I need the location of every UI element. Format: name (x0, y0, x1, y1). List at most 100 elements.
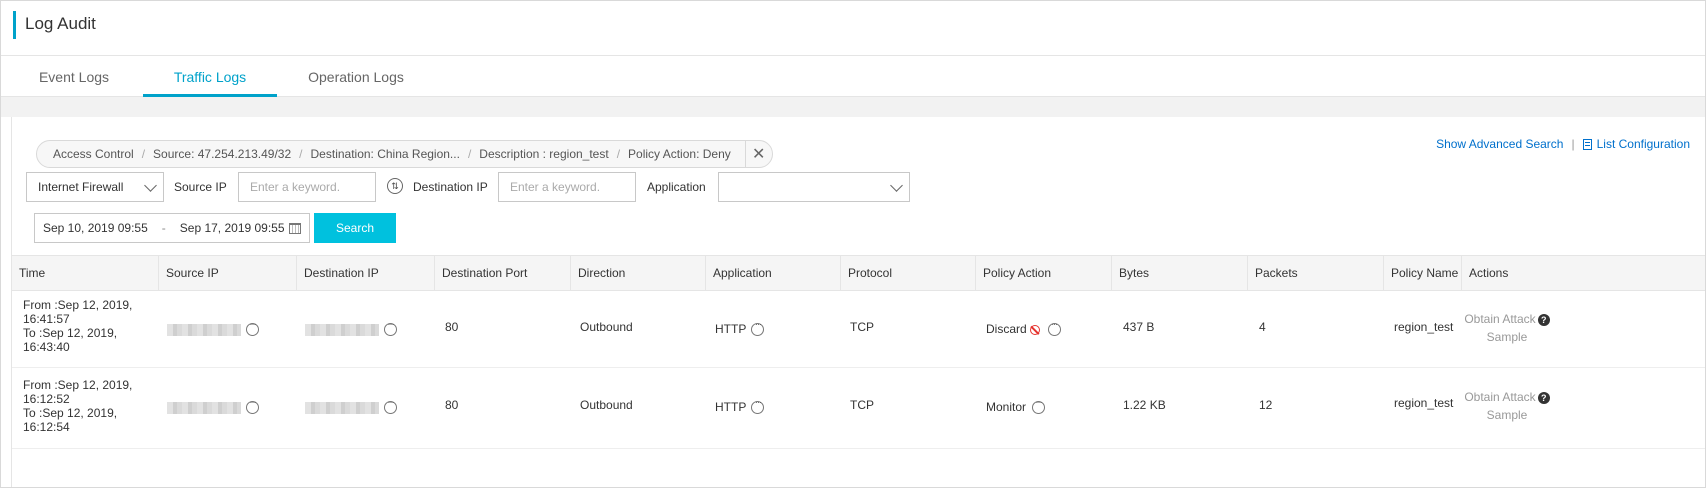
app-window: Log Audit Event Logs Traffic Logs Operat… (0, 0, 1706, 488)
direction-cell: Outbound (580, 320, 633, 334)
time-to: To :Sep 12, 2019, 16:43:40 (23, 326, 118, 354)
firewall-select-value: Internet Firewall (38, 180, 124, 194)
redacted-ip (167, 323, 241, 336)
list-config-icon[interactable] (1582, 138, 1592, 150)
close-icon[interactable]: ✕ (744, 141, 772, 167)
destination-ip-input[interactable] (498, 172, 636, 202)
more-icon[interactable] (751, 319, 765, 337)
filter-chip: Policy Action: Deny (628, 147, 731, 161)
list-configuration-link[interactable]: List Configuration (1597, 137, 1690, 151)
calendar-icon[interactable] (289, 223, 301, 234)
filter-chip: Destination: China Region... (310, 147, 460, 161)
more-icon[interactable] (1047, 319, 1061, 337)
title-bar: Log Audit (1, 1, 1705, 56)
policy-action-cell: Monitor (986, 397, 1046, 415)
date-from[interactable]: Sep 10, 2019 09:55 (43, 221, 148, 235)
action-label-line2: Sample (1486, 408, 1528, 422)
application-value: HTTP (715, 322, 747, 336)
column-header-destination-ip: Destination IP (296, 256, 434, 290)
link-separator: | (1571, 137, 1575, 151)
date-range-picker[interactable]: Sep 10, 2019 09:55 - Sep 17, 2019 09:55 (34, 213, 310, 243)
obtain-attack-sample-button[interactable]: Obtain Attack? Sample (1462, 310, 1552, 346)
filter-chip-bar: Access Control / Source: 47.254.213.49/3… (36, 140, 773, 168)
time-cell: From :Sep 12, 2019, 16:12:52 To :Sep 12,… (23, 378, 153, 434)
chip-separator: / (299, 147, 303, 161)
action-label-line1: Obtain Attack (1464, 390, 1536, 404)
column-header-protocol: Protocol (840, 256, 975, 290)
more-icon[interactable] (246, 319, 259, 337)
tab-operation-logs[interactable]: Operation Logs (291, 56, 421, 94)
time-cell: From :Sep 12, 2019, 16:41:57 To :Sep 12,… (23, 298, 153, 354)
source-ip-cell (167, 397, 259, 415)
column-header-policy-action: Policy Action (975, 256, 1111, 290)
more-icon[interactable] (246, 397, 259, 415)
application-value: HTTP (715, 400, 747, 414)
filter-chip: Access Control (53, 147, 134, 161)
tab-event-logs[interactable]: Event Logs (15, 56, 133, 94)
source-ip-label: Source IP (174, 180, 227, 194)
redacted-ip (167, 401, 241, 414)
source-ip-input[interactable] (238, 172, 376, 202)
column-header-destination-port: Destination Port (434, 256, 570, 290)
section-divider (1, 97, 1705, 117)
chevron-down-icon (144, 179, 157, 192)
policy-name-cell: region_test (1394, 396, 1454, 410)
policy-action-value: Monitor (986, 400, 1027, 414)
chip-separator: / (467, 147, 472, 161)
help-icon[interactable]: ? (1537, 313, 1550, 326)
top-links: Show Advanced Search | List Configuratio… (1436, 137, 1690, 151)
column-header-source-ip: Source IP (158, 256, 296, 290)
source-ip-cell (167, 319, 259, 337)
chip-separator: / (616, 147, 621, 161)
action-label-line2: Sample (1486, 330, 1528, 344)
tab-bar: Event Logs Traffic Logs Operation Logs (1, 56, 1705, 97)
destination-port-cell: 80 (445, 398, 459, 412)
application-cell: HTTP (715, 319, 765, 337)
column-header-time: Time (19, 266, 46, 280)
direction-cell: Outbound (580, 398, 633, 412)
help-icon[interactable]: ? (1537, 391, 1550, 404)
firewall-select[interactable]: Internet Firewall (26, 172, 164, 202)
more-icon[interactable] (751, 397, 765, 415)
obtain-attack-sample-button[interactable]: Obtain Attack? Sample (1462, 388, 1552, 424)
tab-traffic-logs[interactable]: Traffic Logs (143, 56, 277, 97)
column-header-application: Application (705, 256, 840, 290)
protocol-cell: TCP (850, 398, 874, 412)
bytes-cell: 437 B (1123, 320, 1155, 334)
time-from: From :Sep 12, 2019, 16:41:57 (23, 298, 133, 326)
destination-ip-cell (305, 319, 397, 337)
protocol-cell: TCP (850, 320, 874, 334)
more-icon[interactable] (384, 319, 397, 337)
show-advanced-search-link[interactable]: Show Advanced Search (1436, 137, 1563, 151)
column-header-direction: Direction (570, 256, 705, 290)
filter-chip: Source: 47.254.213.49/32 (153, 147, 292, 161)
more-icon[interactable] (1032, 397, 1046, 415)
time-to: To :Sep 12, 2019, 16:12:54 (23, 406, 118, 434)
policy-name-cell: region_test (1394, 320, 1454, 334)
application-cell: HTTP (715, 397, 765, 415)
traffic-logs-panel: Access Control / Source: 47.254.213.49/3… (11, 117, 1705, 487)
packets-cell: 4 (1259, 320, 1266, 334)
table-header: Time Source IP Destination IP Destinatio… (12, 255, 1705, 291)
action-label-line1: Obtain Attack (1464, 312, 1536, 326)
redacted-ip (305, 323, 379, 336)
application-select[interactable] (718, 172, 910, 202)
redacted-ip (305, 401, 379, 414)
destination-ip-cell (305, 397, 397, 415)
chevron-down-icon (890, 179, 903, 192)
swap-icon[interactable]: ⇅ (387, 178, 403, 194)
more-icon[interactable] (384, 397, 397, 415)
policy-action-cell: Discard (986, 319, 1061, 337)
filter-chip: Description : region_test (479, 147, 609, 161)
date-to[interactable]: Sep 17, 2019 09:55 (180, 221, 285, 235)
chip-separator: / (141, 147, 146, 161)
time-from: From :Sep 12, 2019, 16:12:52 (23, 378, 133, 406)
search-button[interactable]: Search (314, 213, 396, 243)
column-header-actions: Actions (1461, 256, 1705, 290)
bytes-cell: 1.22 KB (1123, 398, 1166, 412)
column-header-packets: Packets (1247, 256, 1383, 290)
ban-icon (1029, 324, 1040, 335)
destination-port-cell: 80 (445, 320, 459, 334)
column-header-policy-name: Policy Name (1383, 256, 1461, 290)
table-row: From :Sep 12, 2019, 16:41:57 To :Sep 12,… (12, 290, 1705, 368)
